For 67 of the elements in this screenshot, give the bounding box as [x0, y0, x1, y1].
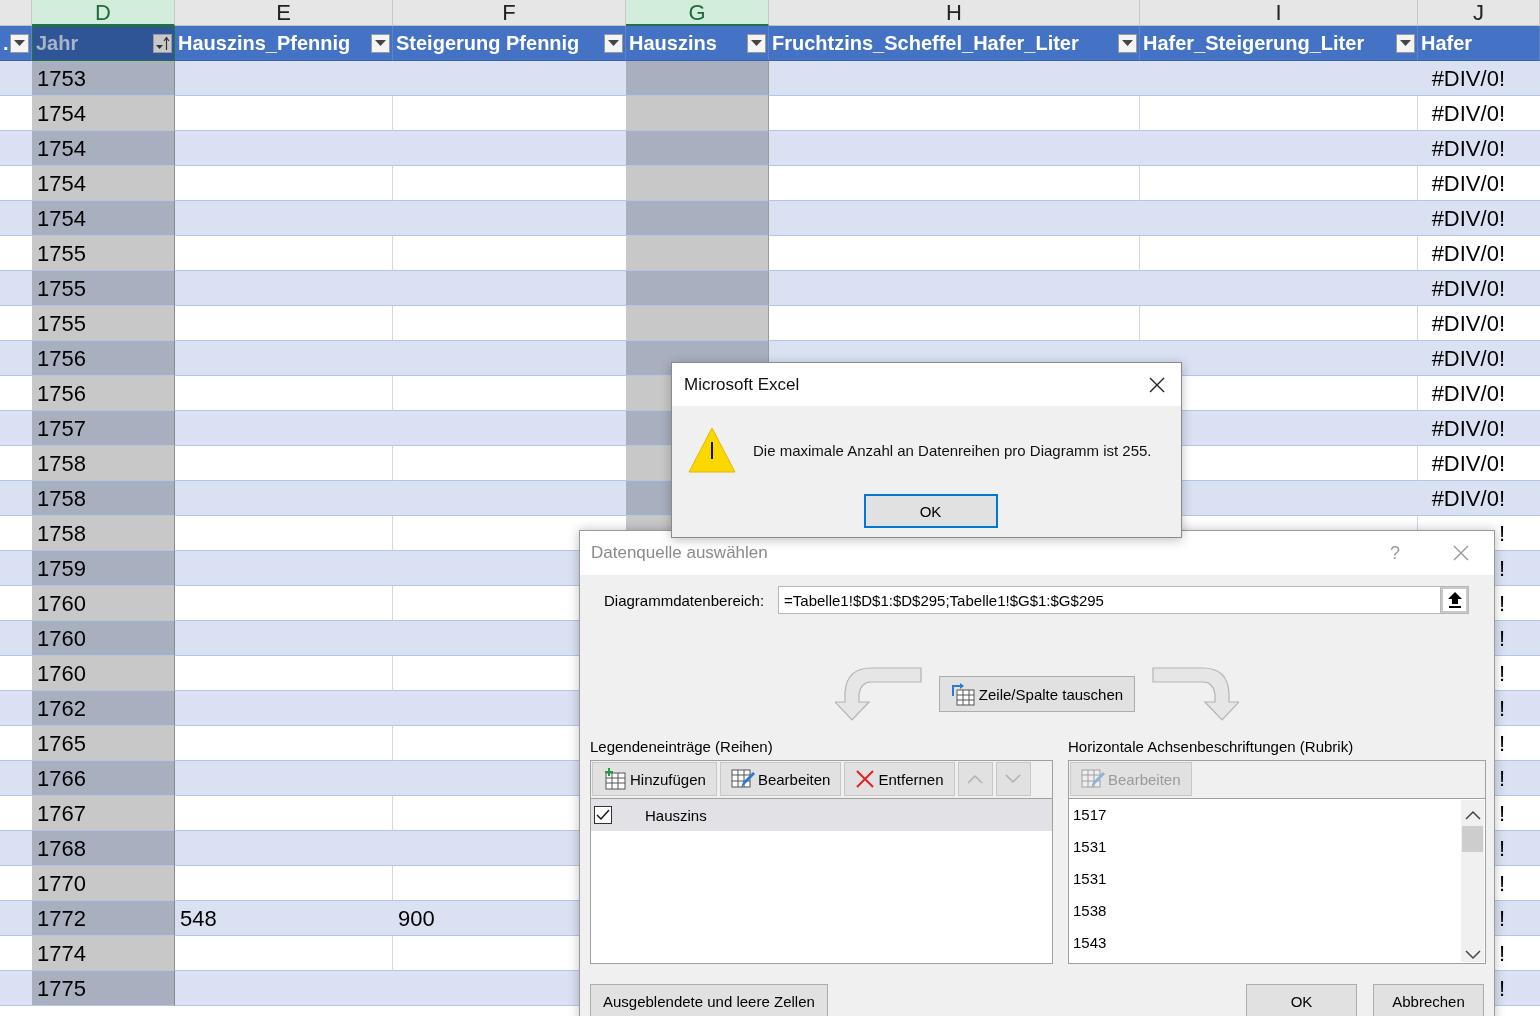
table-cell: 1755	[32, 306, 175, 341]
table-cell: 1756	[32, 341, 175, 376]
column-letter[interactable]: H	[769, 0, 1140, 26]
series-row[interactable]: Hauszins	[591, 799, 1052, 831]
table-cell: #DIV/0!	[1418, 271, 1540, 306]
remove-button[interactable]: Entfernen	[844, 762, 955, 796]
column-title: Hafer_Steigerung_Liter	[1143, 31, 1365, 55]
table-cell: 1753	[32, 61, 175, 96]
table-cell: 1758	[32, 481, 175, 516]
column-letter[interactable]: I	[1140, 0, 1418, 26]
column-title: Jahr	[36, 32, 79, 55]
dialog-title: Microsoft Excel	[684, 374, 800, 395]
table-cell: 1762	[32, 691, 175, 726]
table-cell: 1754	[32, 131, 175, 166]
ok-button[interactable]: OK	[863, 494, 998, 528]
table-cell: 1754	[32, 166, 175, 201]
add-button[interactable]: Hinzufügen	[592, 762, 717, 796]
dialog-button[interactable]: Abbrechen	[1373, 984, 1484, 1016]
table-cell: 548	[175, 901, 393, 936]
table-cell: 1768	[32, 831, 175, 866]
table-cell: 1756	[32, 376, 175, 411]
table-cell: 1775	[32, 971, 175, 1006]
dialog-title: Datenquelle auswählen	[591, 543, 769, 563]
table-cell: 1767	[32, 796, 175, 831]
table-cell: 1774	[32, 936, 175, 971]
table-cell: 1755	[32, 236, 175, 271]
field-label: Diagrammdatenbereich:	[604, 591, 765, 609]
table-cell: 1770	[32, 866, 175, 901]
hidden-empty-cells-button[interactable]: Ausgeblendete und leere Zellen	[590, 984, 828, 1016]
table-cell: #DIV/0!	[1418, 341, 1540, 376]
table-cell: 1758	[32, 516, 175, 551]
column-letter[interactable]: G	[626, 0, 769, 26]
column-title: .	[3, 31, 9, 55]
table-cell: 1754	[32, 201, 175, 236]
table-cell: 1758	[32, 446, 175, 481]
table-cell: 1760	[32, 586, 175, 621]
message-text: Die maximale Anzahl an Datenreihen pro Diagramm ist 255.	[753, 441, 1152, 459]
table-cell: 1759	[32, 551, 175, 586]
panel-label: Horizontale Achsenbeschriftungen (Rubrik)	[1068, 738, 1355, 755]
table-cell: 1755	[32, 271, 175, 306]
series-name: Hauszins	[645, 806, 707, 824]
column-title: Hafer	[1421, 31, 1473, 55]
table-cell: #DIV/0!	[1418, 481, 1540, 516]
table-cell: #DIV/0!	[1418, 411, 1540, 446]
column-letter[interactable]: F	[393, 0, 626, 26]
range-field[interactable]: =Tabelle1!$D$1:$D$295;Tabelle1!$G$1:$G$295	[778, 586, 1440, 614]
table-cell: 1765	[32, 726, 175, 761]
table-cell: 1754	[32, 96, 175, 131]
column-title: Steigerung Pfennig	[396, 31, 580, 55]
panel-label: Legendeneinträge (Reihen)	[590, 738, 774, 755]
column-title: Hauszins_Pfennig	[178, 31, 351, 55]
switch-row-column-button[interactable]: Zeile/Spalte tauschen	[938, 676, 1136, 712]
table-cell: 1757	[32, 411, 175, 446]
table-cell: #DIV/0!	[1418, 61, 1540, 96]
column-letter[interactable]: J	[1418, 0, 1540, 26]
table-cell: 1760	[32, 621, 175, 656]
edit-button[interactable]: Bearbeiten	[719, 762, 842, 796]
table-cell: 1760	[32, 656, 175, 691]
dialog-button[interactable]: OK	[1246, 984, 1357, 1016]
table-cell: 1766	[32, 761, 175, 796]
column-letter[interactable]: E	[175, 0, 393, 26]
column-letter[interactable]: D	[32, 0, 175, 26]
table-cell: #DIV/0!	[1418, 201, 1540, 236]
column-title: Hauszins	[629, 31, 717, 55]
column-title: Fruchtzins_Scheffel_Hafer_Liter	[772, 31, 1079, 55]
table-cell: 1772	[32, 901, 175, 936]
table-cell: #DIV/0!	[1418, 131, 1540, 166]
